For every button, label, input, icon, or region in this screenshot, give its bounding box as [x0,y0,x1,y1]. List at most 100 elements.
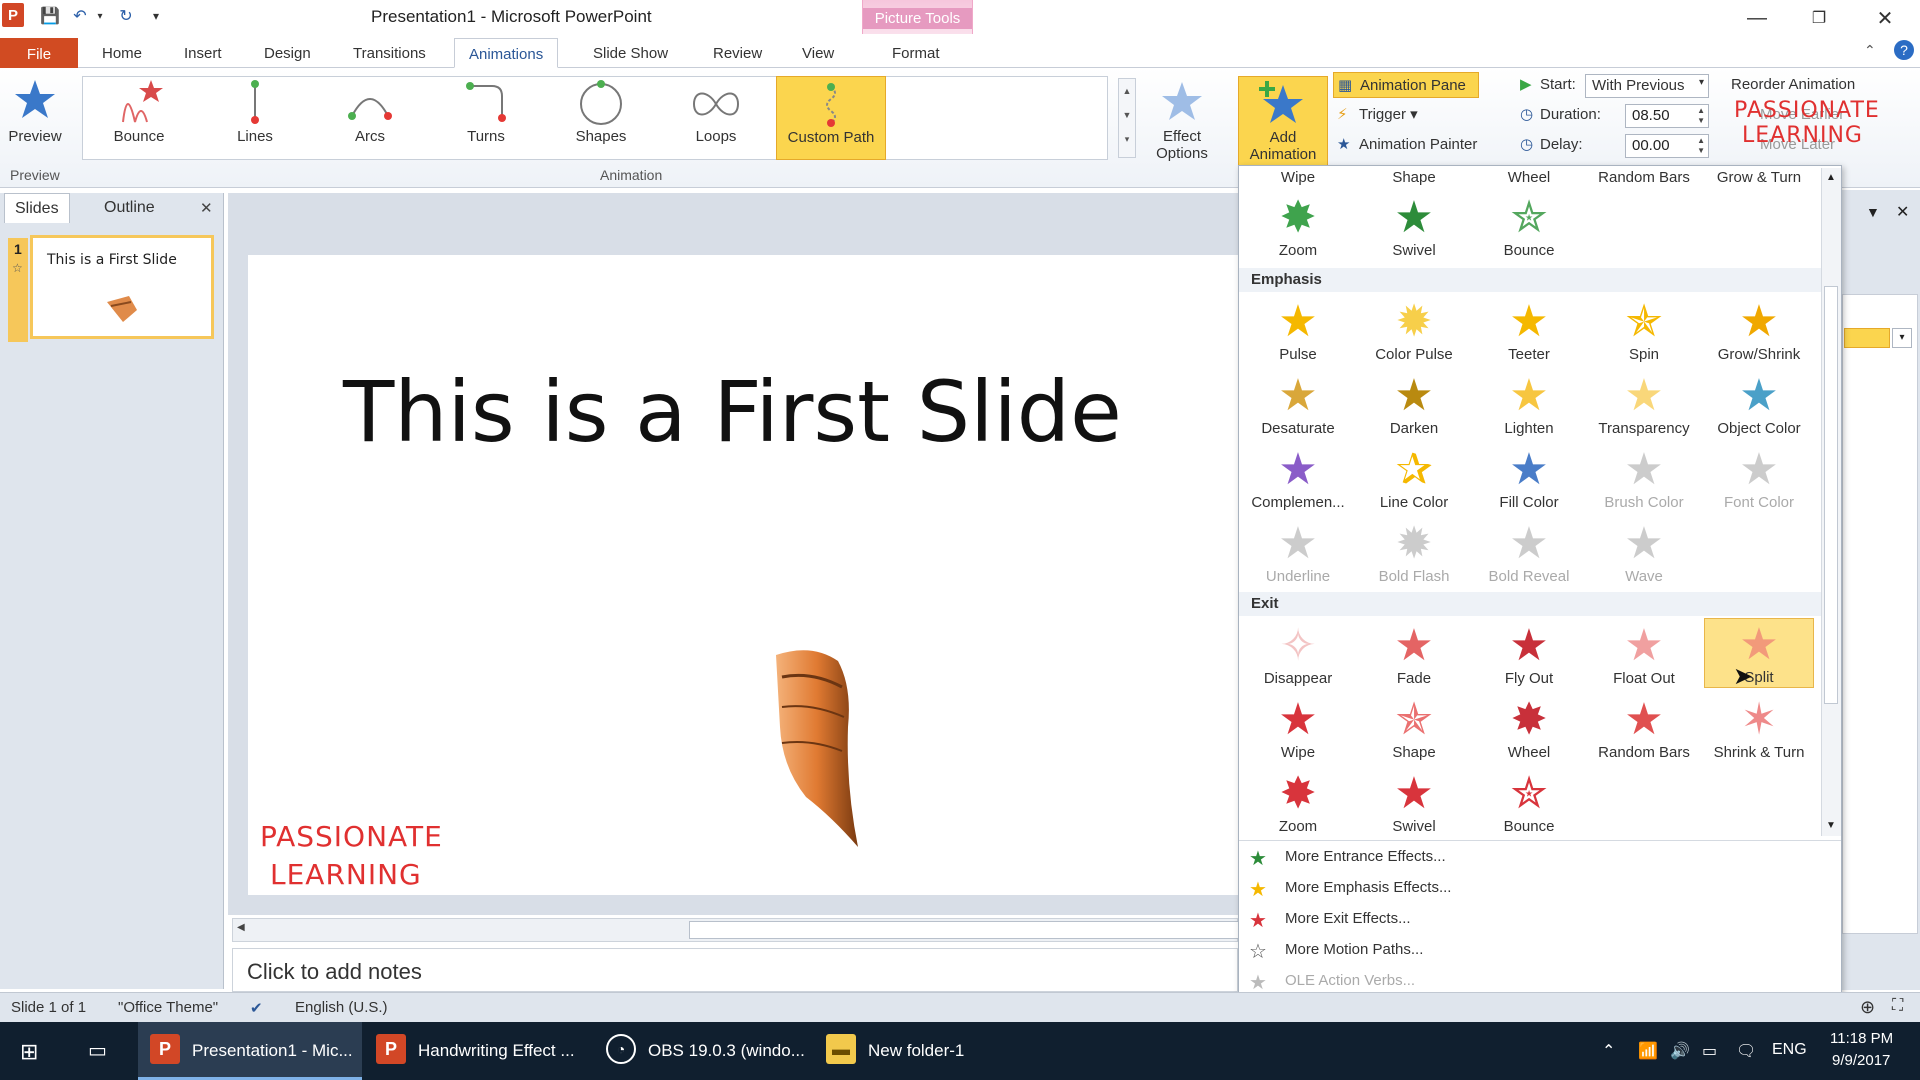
pane-close-icon[interactable]: ✕ [1896,202,1909,222]
hand-image[interactable] [772,647,872,857]
close-pane-icon[interactable]: ✕ [200,199,213,217]
minimize-ribbon-icon[interactable]: ⌃ [1864,42,1876,59]
taskbar-item-obs[interactable]: ◔ OBS 19.0.3 (windo... [594,1022,808,1080]
animation-painter-button[interactable]: ★ Animation Painter [1333,132,1477,158]
emphasis-darken[interactable]: ★ Darken [1359,370,1469,440]
battery-icon[interactable]: ▭ [1702,1041,1717,1061]
horizontal-scrollbar[interactable]: ◀ [232,918,1239,942]
tab-transitions[interactable]: Transitions [339,38,440,68]
entrance-wheel-label[interactable]: Wheel [1474,169,1584,186]
show-hidden-icons[interactable]: ⌃ [1602,1041,1615,1061]
emphasis-spin[interactable]: ✯ Spin [1589,296,1699,366]
undo-dropdown-icon[interactable]: ▾ [88,4,112,28]
exit-split[interactable]: ★ Split [1704,618,1814,688]
exit-disappear[interactable]: ✧ Disappear [1243,620,1353,690]
slide-canvas[interactable]: This is a First Slide [248,255,1248,895]
more-exit-effects[interactable]: ★ More Exit Effects... [1239,904,1821,934]
slide-title[interactable]: This is a First Slide [343,363,1122,461]
gallery-scroll-up-icon[interactable]: ▲ [1826,172,1836,183]
notes-pane[interactable]: Click to add notes [232,948,1238,992]
gallery-shapes[interactable]: Shapes [546,76,656,160]
emphasis-lighten[interactable]: ★ Lighten [1474,370,1584,440]
more-emphasis-effects[interactable]: ★ More Emphasis Effects... [1239,873,1821,903]
zoom-in-icon[interactable]: ⊕ [1860,997,1875,1018]
slide-thumbnail[interactable]: This is a First Slide [30,235,214,339]
exit-zoom[interactable]: ✸ Zoom [1243,768,1353,838]
exit-wheel[interactable]: ✸ Wheel [1474,694,1584,764]
preview-button[interactable]: Preview [0,76,70,160]
exit-wipe[interactable]: ★ Wipe [1243,694,1353,764]
exit-shrink-turn[interactable]: ✶ Shrink & Turn [1704,694,1814,764]
tab-insert[interactable]: Insert [170,38,236,68]
restore-button[interactable]: ❐ [1796,4,1842,32]
emphasis-grow-shrink[interactable]: ★ Grow/Shrink [1704,296,1814,366]
gallery-turns[interactable]: Turns [431,76,541,160]
input-language[interactable]: ENG [1772,1041,1807,1059]
notifications-icon[interactable]: 🗨 [1736,1041,1756,1061]
tab-animations[interactable]: Animations [454,38,559,68]
theme-name[interactable]: "Office Theme" [118,999,218,1016]
tab-design[interactable]: Design [250,38,325,68]
emphasis-pulse[interactable]: ★ Pulse [1243,296,1353,366]
exit-shape[interactable]: ✯ Shape [1359,694,1469,764]
entrance-grow-turn-label[interactable]: Grow & Turn [1704,169,1814,186]
tab-view[interactable]: View [788,38,848,68]
entrance-wipe-label[interactable]: Wipe [1243,169,1353,186]
start-dropdown[interactable]: With Previous ▾ [1585,74,1709,98]
entrance-zoom[interactable]: ✸ Zoom [1243,192,1353,262]
close-button[interactable]: ✕ [1862,4,1908,32]
tab-outline[interactable]: Outline [94,193,165,223]
gallery-scrollbar[interactable]: ▲ ▼ [1821,168,1841,836]
gallery-scroll-down-icon[interactable]: ▼ [1826,820,1836,831]
entrance-bounce[interactable]: ✮ Bounce [1474,192,1584,262]
clock-date[interactable]: 9/9/2017 [1832,1052,1890,1069]
emphasis-color-pulse[interactable]: ✹ Color Pulse [1359,296,1469,366]
gallery-bounce[interactable]: Bounce [84,76,194,160]
fit-to-window-icon[interactable]: ⛶ [1892,997,1903,1015]
gallery-lines[interactable]: Lines [200,76,310,160]
emphasis-fill-color[interactable]: ★ Fill Color [1474,444,1584,514]
emphasis-desaturate[interactable]: ★ Desaturate [1243,370,1353,440]
emphasis-object-color[interactable]: ★ Object Color [1704,370,1814,440]
exit-swivel[interactable]: ★ Swivel [1359,768,1469,838]
tab-format[interactable]: Format [878,38,954,68]
tab-slide-show[interactable]: Slide Show [579,38,682,68]
help-icon[interactable]: ? [1894,40,1914,60]
gallery-loops[interactable]: Loops [661,76,771,160]
gallery-custom-path[interactable]: Custom Path [776,76,886,160]
more-entrance-effects[interactable]: ★ More Entrance Effects... [1239,842,1821,872]
tab-review[interactable]: Review [699,38,776,68]
tab-file[interactable]: File [0,38,78,68]
tab-home[interactable]: Home [88,38,156,68]
pane-menu-icon[interactable]: ▼ [1866,204,1880,220]
clock-time[interactable]: 11:18 PM [1830,1030,1893,1047]
exit-random-bars[interactable]: ★ Random Bars [1589,694,1699,764]
customize-qat-icon[interactable]: ▾ [144,4,168,28]
more-motion-paths[interactable]: ☆ More Motion Paths... [1239,935,1821,965]
emphasis-transparency[interactable]: ★ Transparency [1589,370,1699,440]
gallery-scroll[interactable]: ▲ ▼ ▾ [1118,78,1136,158]
trigger-button[interactable]: ⚡ Trigger ▾ [1333,102,1418,128]
emphasis-line-color[interactable]: ✰ Line Color [1359,444,1469,514]
language[interactable]: English (U.S.) [295,999,388,1016]
item-dropdown-icon[interactable]: ▾ [1892,328,1912,348]
exit-bounce[interactable]: ✮ Bounce [1474,768,1584,838]
tab-slides[interactable]: Slides [4,193,70,223]
selected-animation-item[interactable] [1844,328,1890,348]
save-icon[interactable]: 💾 [38,4,62,28]
exit-float-out[interactable]: ★ Float Out [1589,620,1699,690]
animation-pane-button[interactable]: ▦ Animation Pane [1333,72,1479,98]
entrance-shape-label[interactable]: Shape [1359,169,1469,186]
duration-input[interactable]: 08.50 [1625,104,1709,128]
delay-input[interactable]: 00.00 [1625,134,1709,158]
emphasis-teeter[interactable]: ★ Teeter [1474,296,1584,366]
exit-fade[interactable]: ★ Fade [1359,620,1469,690]
effect-options-button[interactable]: Effect Options [1140,76,1224,162]
emphasis-complementary[interactable]: ★ Complemen... [1243,444,1353,514]
exit-fly-out[interactable]: ★ Fly Out [1474,620,1584,690]
taskbar-item-handwriting[interactable]: P Handwriting Effect ... [364,1022,592,1080]
gallery-scroll-thumb[interactable] [1824,286,1838,704]
task-view-icon[interactable]: ▭ [88,1038,107,1063]
redo-icon[interactable]: ↻ [114,4,138,28]
scroll-thumb[interactable] [689,921,1239,939]
